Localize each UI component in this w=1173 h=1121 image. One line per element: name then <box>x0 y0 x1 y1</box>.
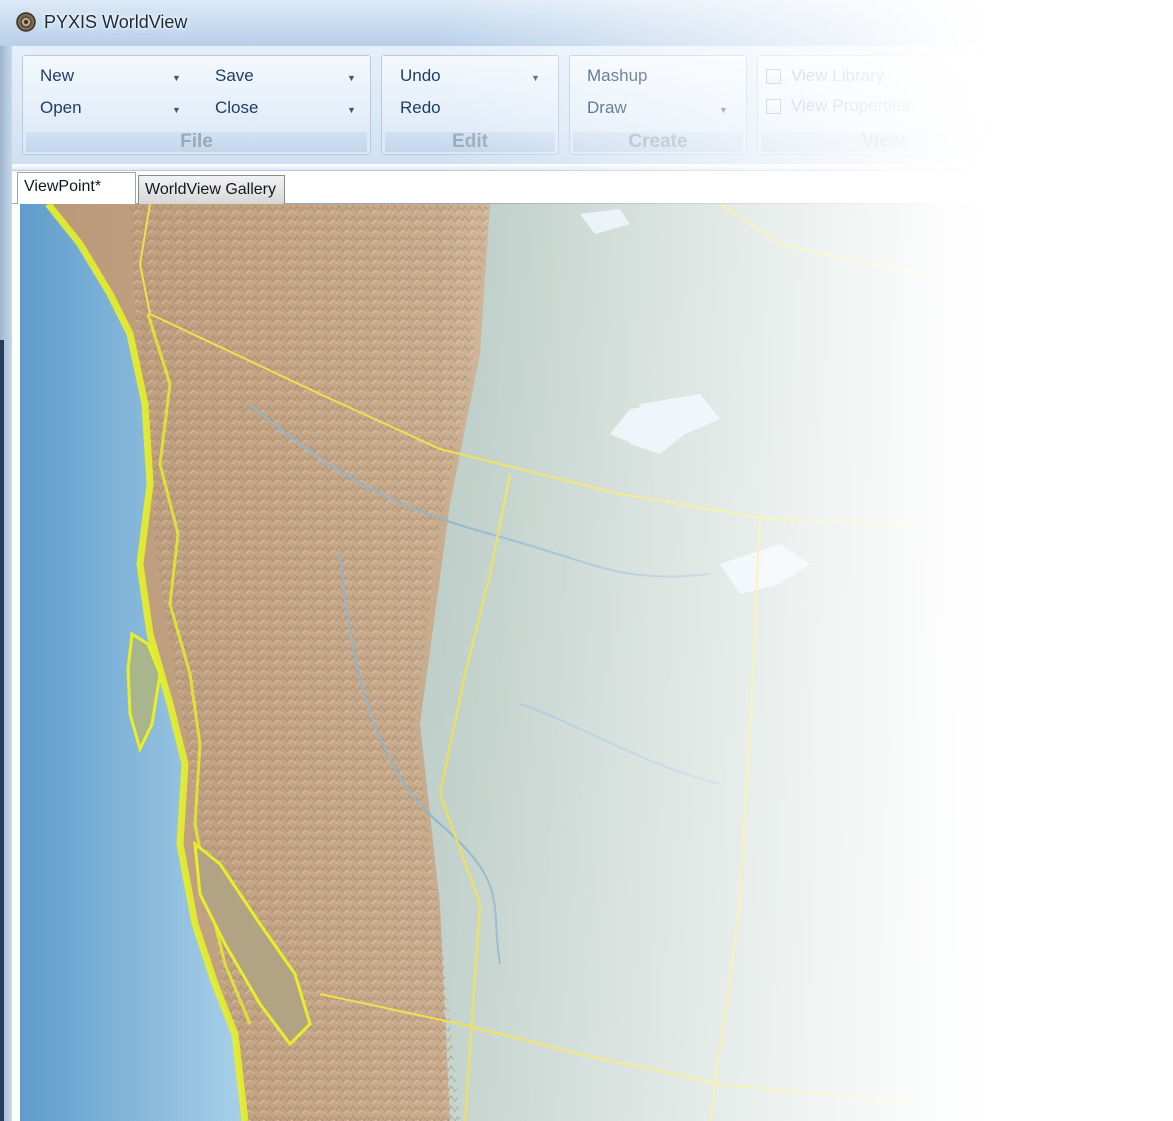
new-button[interactable]: New <box>40 66 74 86</box>
view-library-label[interactable]: View Library <box>791 66 884 86</box>
group-label-view: View <box>761 132 1005 152</box>
undo-dropdown-caret-icon[interactable]: ▼ <box>531 73 540 83</box>
tab-worldview-gallery[interactable]: WorldView Gallery <box>138 175 285 205</box>
redo-button[interactable]: Redo <box>400 98 441 118</box>
open-button[interactable]: Open <box>40 98 82 118</box>
map-canvas[interactable] <box>20 204 1173 1121</box>
draw-button[interactable]: Draw <box>587 98 627 118</box>
globe-icon <box>16 12 36 32</box>
tab-viewpoint[interactable]: ViewPoint* <box>17 172 136 204</box>
ribbon-separator <box>12 164 1173 171</box>
undo-button[interactable]: Undo <box>400 66 441 86</box>
title-bar[interactable]: PYXIS WorldView <box>0 0 1173 47</box>
app-window: PYXIS WorldView File New ▼ Open ▼ Save ▼… <box>0 0 1173 1121</box>
view-properties-checkbox[interactable] <box>766 99 781 114</box>
view-library-checkbox[interactable] <box>766 69 781 84</box>
group-label-create: Create <box>573 132 743 152</box>
draw-dropdown-caret-icon[interactable]: ▼ <box>719 105 728 115</box>
window-title: PYXIS WorldView <box>44 12 188 32</box>
mashup-button[interactable]: Mashup <box>587 66 647 86</box>
open-dropdown-caret-icon[interactable]: ▼ <box>172 105 181 115</box>
window-frame-shadow <box>0 340 4 1121</box>
close-button[interactable]: Close <box>215 98 258 118</box>
save-button[interactable]: Save <box>215 66 254 86</box>
map-viewport[interactable] <box>20 204 1173 1121</box>
plains-region <box>420 204 1173 1121</box>
view-properties-label[interactable]: View Properties <box>791 96 910 116</box>
group-label-file: File <box>26 132 367 152</box>
group-label-edit: Edit <box>385 132 555 152</box>
close-dropdown-caret-icon[interactable]: ▼ <box>347 105 356 115</box>
save-dropdown-caret-icon[interactable]: ▼ <box>347 73 356 83</box>
new-dropdown-caret-icon[interactable]: ▼ <box>172 73 181 83</box>
